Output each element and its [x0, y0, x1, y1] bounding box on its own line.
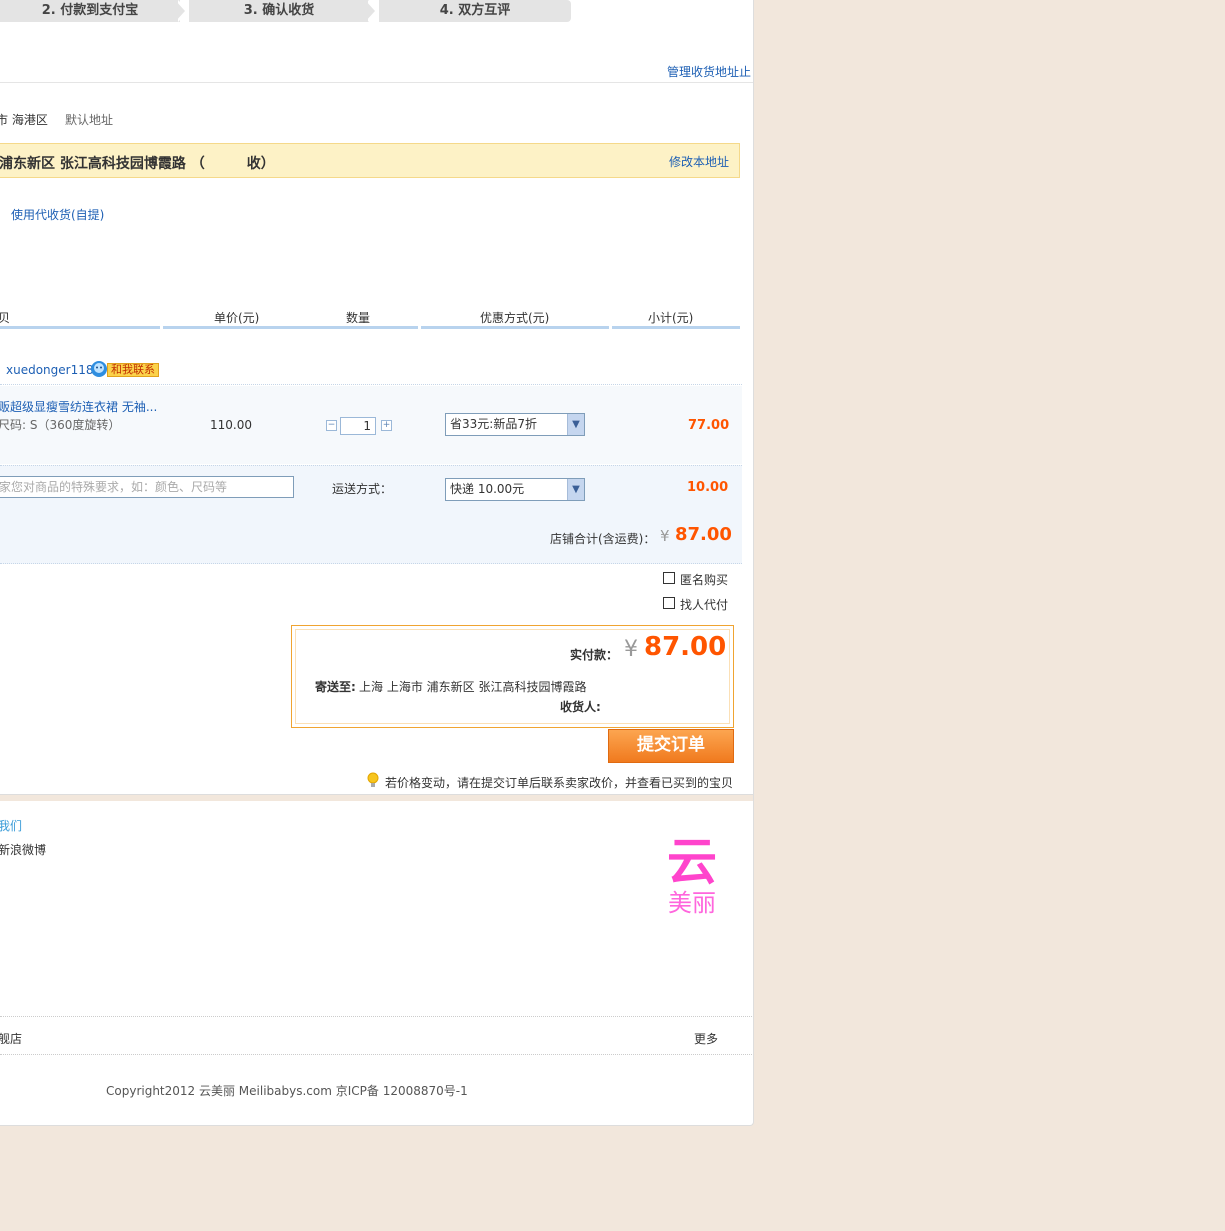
lightbulb-icon [367, 772, 379, 787]
discount-select[interactable]: 省33元:新品7折 ▼ [445, 413, 585, 436]
chevron-down-icon: ▼ [567, 414, 584, 435]
seller-note-input[interactable]: 家您对商品的特殊要求，如：颜色、尺码等 [0, 476, 294, 498]
store-total-currency: ¥ [660, 527, 670, 545]
divider [0, 1054, 753, 1055]
pay-currency: ¥ [624, 637, 638, 662]
ship-to-value: 上海 上海市 浦东新区 张江高科技园博霞路 [359, 680, 587, 694]
header-underline [421, 326, 609, 329]
shipping-selected-value: 快递 10.00元 [450, 482, 525, 496]
column-header-subtotal: 小计(元) [648, 311, 694, 325]
about-us-link[interactable]: 我们 [0, 817, 22, 834]
ship-to-label: 寄送至: [315, 680, 356, 694]
qty-plus-button[interactable]: + [381, 420, 392, 431]
anonymous-label: 匿名购买 [680, 573, 729, 587]
checkout-panel: 2. 付款到支付宝 3. 确认收货 4. 双方互评 管理收货地址止 市 海港区 … [0, 0, 754, 1126]
step-label: 3. 确认收货 [243, 3, 315, 18]
weibo-link[interactable]: 新浪微博 [0, 841, 46, 858]
pay-amount: 87.00 [644, 632, 727, 662]
header-underline [612, 326, 740, 329]
divider [0, 1016, 753, 1017]
step-label: 2. 付款到支付宝 [41, 3, 139, 18]
more-link[interactable]: 更多 [694, 1030, 718, 1047]
contact-badge: 和我联系 [107, 363, 159, 377]
column-header-qty: 数量 [346, 311, 371, 325]
submit-order-button[interactable]: 提交订单 [608, 729, 734, 763]
manage-address-link[interactable]: 管理收货地址止 [667, 63, 751, 80]
chevron-down-icon: ▼ [567, 479, 584, 500]
seller-name-link[interactable]: xuedonger118 [6, 363, 94, 377]
address-region: 市 海港区 [0, 113, 48, 127]
header-underline [0, 326, 160, 329]
step-pay-alipay: 2. 付款到支付宝 [0, 0, 180, 22]
step-label: 4. 双方互评 [439, 3, 511, 18]
divider [0, 82, 753, 83]
footer-gap [0, 795, 753, 801]
column-header-item: 贝 [0, 309, 10, 326]
default-address-label: 默认地址 [65, 113, 114, 127]
qty-minus-button[interactable]: − [326, 420, 337, 431]
item-subtotal: 77.00 [688, 418, 730, 433]
flagship-store-link[interactable]: 舰店 [0, 1030, 22, 1047]
store-total-label: 店铺合计(含运费)： [550, 532, 656, 546]
order-summary-box: 实付款： ¥ 87.00 寄送至: 上海 上海市 浦东新区 张江高科技园博霞路 … [291, 625, 734, 728]
step-confirm-receipt: 3. 确认收货 [189, 0, 369, 22]
brand-logo-mark: 云 [667, 833, 717, 891]
store-total-amount: 87.00 [675, 524, 732, 545]
shipping-label: 运送方式： [332, 482, 393, 496]
pickup-link[interactable]: 使用代收货(自提) [11, 206, 104, 223]
proxy-pay-checkbox[interactable] [663, 597, 675, 609]
receiver-label: 收货人: [560, 700, 601, 714]
edit-address-link[interactable]: 修改本地址 [669, 153, 729, 170]
brand-logo-text: 美丽 [668, 889, 716, 917]
shipping-fee: 10.00 [687, 480, 729, 495]
column-header-price: 单价(元) [214, 311, 260, 325]
header-underline [163, 326, 418, 329]
step-review: 4. 双方互评 [379, 0, 571, 22]
column-header-discount: 优惠方式(元) [480, 311, 550, 325]
item-title-link[interactable]: 贩超级显瘦雪纺连衣裙 无袖... [0, 398, 157, 415]
item-spec: 尺码: S（360度旋转） [0, 418, 121, 432]
item-price: 110.00 [210, 418, 252, 432]
proxy-pay-label: 找人代付 [680, 598, 729, 612]
pay-label: 实付款： [570, 648, 619, 662]
shipping-select[interactable]: 快递 10.00元 ▼ [445, 478, 585, 501]
wangwang-icon [91, 361, 107, 377]
brand-logo: 云 美丽 [664, 834, 720, 916]
contact-seller-button[interactable]: 和我联系 [90, 360, 159, 381]
selected-address-text: 浦东新区 张江高科技园博霞路 （ 收） [0, 156, 275, 172]
selected-address-row[interactable]: 浦东新区 张江高科技园博霞路 （ 收） 修改本地址 [0, 143, 740, 178]
copyright-text: Copyright2012 云美丽 Meilibabys.com 京ICP备 1… [106, 1084, 468, 1098]
anonymous-checkbox[interactable] [663, 572, 675, 584]
divider [0, 384, 742, 385]
price-change-tip: 若价格变动，请在提交订单后联系卖家改价，并查看已买到的宝贝 [385, 776, 734, 790]
step-divider [365, 0, 375, 22]
step-divider [175, 0, 185, 22]
qty-input[interactable]: 1 [340, 417, 376, 435]
discount-selected-value: 省33元:新品7折 [450, 417, 537, 431]
